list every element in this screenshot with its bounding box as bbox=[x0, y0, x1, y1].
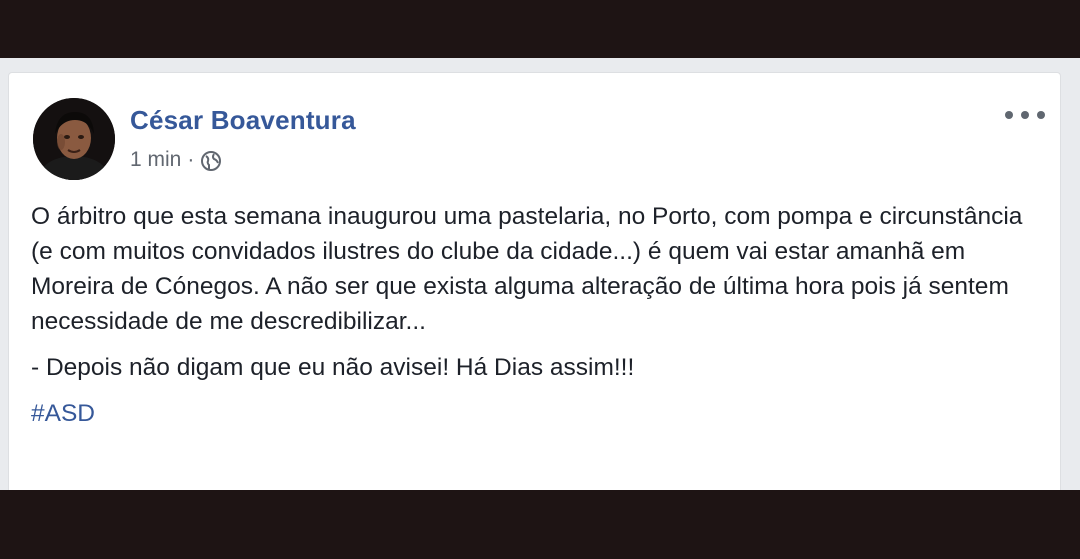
top-frame-bar bbox=[0, 0, 1080, 58]
post-paragraph: O árbitro que esta semana inaugurou uma … bbox=[31, 203, 1023, 335]
post-timestamp[interactable]: 1 min bbox=[130, 148, 181, 172]
author-avatar[interactable] bbox=[33, 98, 115, 180]
globe-icon[interactable] bbox=[200, 150, 222, 172]
more-dot bbox=[1021, 111, 1029, 119]
more-dot bbox=[1005, 111, 1013, 119]
more-options-icon[interactable] bbox=[1005, 103, 1045, 127]
more-dot bbox=[1037, 111, 1045, 119]
post-card: César Boaventura 1 min · O árbitro que e… bbox=[8, 72, 1061, 490]
post-paragraph: - Depois não digam que eu não avisei! Há… bbox=[31, 354, 635, 381]
post-body: O árbitro que esta semana inaugurou uma … bbox=[31, 199, 1041, 431]
meta-separator: · bbox=[187, 148, 195, 171]
author-name-link[interactable]: César Boaventura bbox=[130, 105, 356, 136]
post-meta: 1 min · bbox=[130, 146, 222, 174]
hashtag-link[interactable]: #ASD bbox=[31, 396, 95, 431]
bottom-frame-bar bbox=[0, 490, 1080, 559]
avatar-image bbox=[33, 98, 115, 180]
